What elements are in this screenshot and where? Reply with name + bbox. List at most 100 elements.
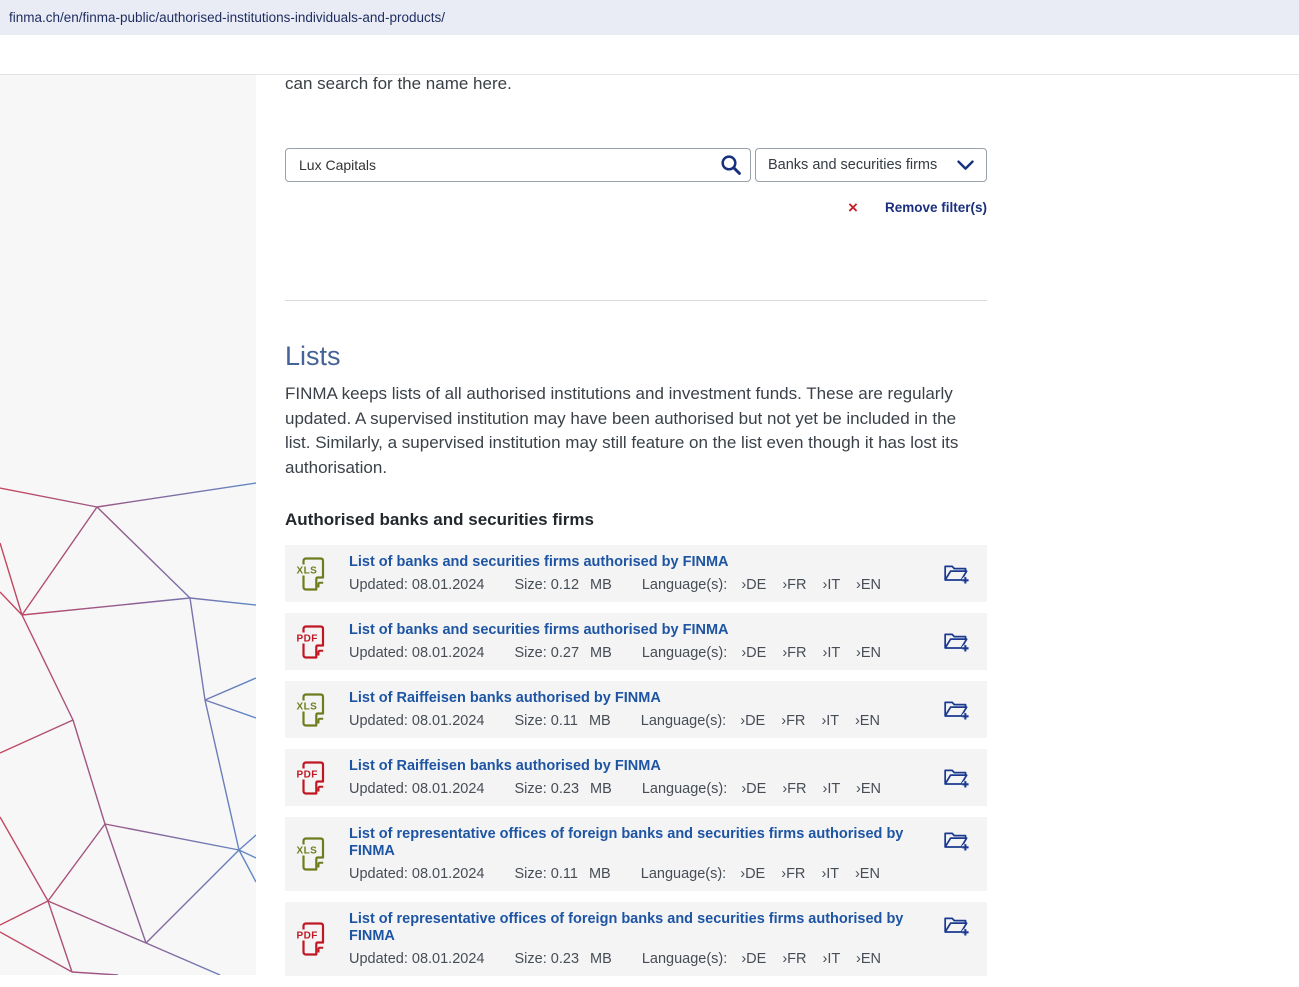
xls-file-icon: XLS bbox=[296, 836, 328, 872]
languages-label: Language(s): bbox=[642, 951, 727, 967]
updated-label: Updated: bbox=[349, 866, 408, 882]
language-link-fr[interactable]: ›FR bbox=[782, 781, 806, 797]
file-type-label: XLS bbox=[297, 565, 318, 576]
folder-add-icon[interactable] bbox=[943, 698, 969, 721]
document-link[interactable]: List of banks and securities firms autho… bbox=[349, 554, 904, 571]
pdf-file-icon: PDF bbox=[296, 624, 328, 660]
file-meta: Updated: 08.01.2024 Size: 0.23 MB Langua… bbox=[349, 951, 933, 967]
language-link-fr[interactable]: ›FR bbox=[781, 866, 805, 882]
updated-value: 08.01.2024 bbox=[412, 713, 485, 729]
language-link-it[interactable]: ›IT bbox=[821, 866, 838, 882]
updated-value: 08.01.2024 bbox=[412, 866, 485, 882]
updated-value: 08.01.2024 bbox=[412, 951, 485, 967]
language-link-de[interactable]: ›DE bbox=[740, 866, 765, 882]
file-type-label: PDF bbox=[297, 633, 318, 644]
file-list-item: XLS List of banks and securities firms a… bbox=[285, 545, 987, 602]
size-value: 0.27 bbox=[551, 645, 579, 661]
file-list-item: XLS List of Raiffeisen banks authorised … bbox=[285, 681, 987, 738]
size-value: 0.23 bbox=[551, 951, 579, 967]
document-link[interactable]: List of representative offices of foreig… bbox=[349, 826, 904, 860]
lists-heading: Lists bbox=[285, 341, 341, 372]
language-link-fr[interactable]: ›FR bbox=[781, 713, 805, 729]
category-select[interactable]: Banks and securities firms bbox=[755, 148, 987, 182]
language-link-en[interactable]: ›EN bbox=[855, 866, 880, 882]
size-label: Size: bbox=[515, 713, 547, 729]
languages-label: Language(s): bbox=[641, 866, 726, 882]
xls-file-icon: XLS bbox=[296, 692, 328, 728]
document-link[interactable]: List of representative offices of foreig… bbox=[349, 911, 904, 945]
file-meta: Updated: 08.01.2024 Size: 0.27 MB Langua… bbox=[349, 645, 933, 661]
document-link[interactable]: List of Raiffeisen banks authorised by F… bbox=[349, 758, 904, 775]
language-link-de[interactable]: ›DE bbox=[741, 645, 766, 661]
file-list-item: PDF List of Raiffeisen banks authorised … bbox=[285, 749, 987, 806]
language-link-fr[interactable]: ›FR bbox=[782, 951, 806, 967]
language-link-en[interactable]: ›EN bbox=[855, 713, 880, 729]
size-unit: MB bbox=[590, 577, 612, 593]
language-link-it[interactable]: ›IT bbox=[823, 951, 840, 967]
file-type-label: PDF bbox=[297, 769, 318, 780]
language-link-fr[interactable]: ›FR bbox=[782, 645, 806, 661]
search-button[interactable] bbox=[715, 151, 747, 179]
file-meta: Updated: 08.01.2024 Size: 0.11 MB Langua… bbox=[349, 713, 933, 729]
language-link-de[interactable]: ›DE bbox=[741, 951, 766, 967]
language-link-en[interactable]: ›EN bbox=[856, 951, 881, 967]
search-input[interactable] bbox=[285, 148, 751, 182]
folder-add-icon[interactable] bbox=[943, 562, 969, 585]
updated-value: 08.01.2024 bbox=[412, 645, 485, 661]
document-link[interactable]: List of Raiffeisen banks authorised by F… bbox=[349, 690, 904, 707]
size-label: Size: bbox=[515, 951, 547, 967]
language-link-de[interactable]: ›DE bbox=[741, 577, 766, 593]
left-sidebar bbox=[0, 75, 256, 975]
intro-text: can search for the name here. bbox=[285, 74, 512, 94]
size-unit: MB bbox=[590, 951, 612, 967]
remove-filter-x-icon[interactable]: × bbox=[848, 199, 858, 216]
language-link-it[interactable]: ›IT bbox=[823, 781, 840, 797]
file-list-item: PDF List of banks and securities firms a… bbox=[285, 613, 987, 670]
language-link-fr[interactable]: ›FR bbox=[782, 577, 806, 593]
updated-label: Updated: bbox=[349, 781, 408, 797]
size-label: Size: bbox=[515, 781, 547, 797]
file-list-item: PDF List of representative offices of fo… bbox=[285, 902, 987, 976]
file-meta: Updated: 08.01.2024 Size: 0.12 MB Langua… bbox=[349, 577, 933, 593]
size-label: Size: bbox=[515, 866, 547, 882]
file-meta: Updated: 08.01.2024 Size: 0.23 MB Langua… bbox=[349, 781, 933, 797]
languages-label: Language(s): bbox=[642, 781, 727, 797]
xls-file-icon: XLS bbox=[296, 556, 328, 592]
size-unit: MB bbox=[590, 645, 612, 661]
size-unit: MB bbox=[589, 866, 611, 882]
folder-add-icon[interactable] bbox=[943, 914, 969, 937]
language-link-de[interactable]: ›DE bbox=[740, 713, 765, 729]
folder-add-icon[interactable] bbox=[943, 829, 969, 852]
languages-label: Language(s): bbox=[641, 713, 726, 729]
language-link-de[interactable]: ›DE bbox=[741, 781, 766, 797]
size-label: Size: bbox=[515, 645, 547, 661]
updated-label: Updated: bbox=[349, 713, 408, 729]
updated-label: Updated: bbox=[349, 645, 408, 661]
updated-label: Updated: bbox=[349, 577, 408, 593]
remove-filter-row: × Remove filter(s) bbox=[285, 199, 987, 216]
language-link-it[interactable]: ›IT bbox=[823, 577, 840, 593]
document-link[interactable]: List of banks and securities firms autho… bbox=[349, 622, 904, 639]
size-unit: MB bbox=[589, 713, 611, 729]
language-link-en[interactable]: ›EN bbox=[856, 577, 881, 593]
file-type-label: XLS bbox=[297, 845, 318, 856]
updated-value: 08.01.2024 bbox=[412, 781, 485, 797]
main-content: can search for the name here. Banks and … bbox=[285, 0, 987, 975]
folder-add-icon[interactable] bbox=[943, 630, 969, 653]
folder-add-icon[interactable] bbox=[943, 766, 969, 789]
remove-filter-link[interactable]: Remove filter(s) bbox=[885, 200, 987, 215]
filter-row: Banks and securities firms bbox=[285, 148, 987, 182]
size-label: Size: bbox=[515, 577, 547, 593]
section-divider bbox=[285, 300, 987, 301]
pdf-file-icon: PDF bbox=[296, 921, 328, 957]
updated-label: Updated: bbox=[349, 951, 408, 967]
language-link-en[interactable]: ›EN bbox=[856, 781, 881, 797]
section-subheading: Authorised banks and securities firms bbox=[285, 510, 594, 530]
search-field-wrap bbox=[285, 148, 751, 182]
file-meta: Updated: 08.01.2024 Size: 0.11 MB Langua… bbox=[349, 866, 933, 882]
language-link-it[interactable]: ›IT bbox=[821, 713, 838, 729]
languages-label: Language(s): bbox=[642, 645, 727, 661]
language-link-en[interactable]: ›EN bbox=[856, 645, 881, 661]
language-link-it[interactable]: ›IT bbox=[823, 645, 840, 661]
lists-description: FINMA keeps lists of all authorised inst… bbox=[285, 382, 975, 480]
